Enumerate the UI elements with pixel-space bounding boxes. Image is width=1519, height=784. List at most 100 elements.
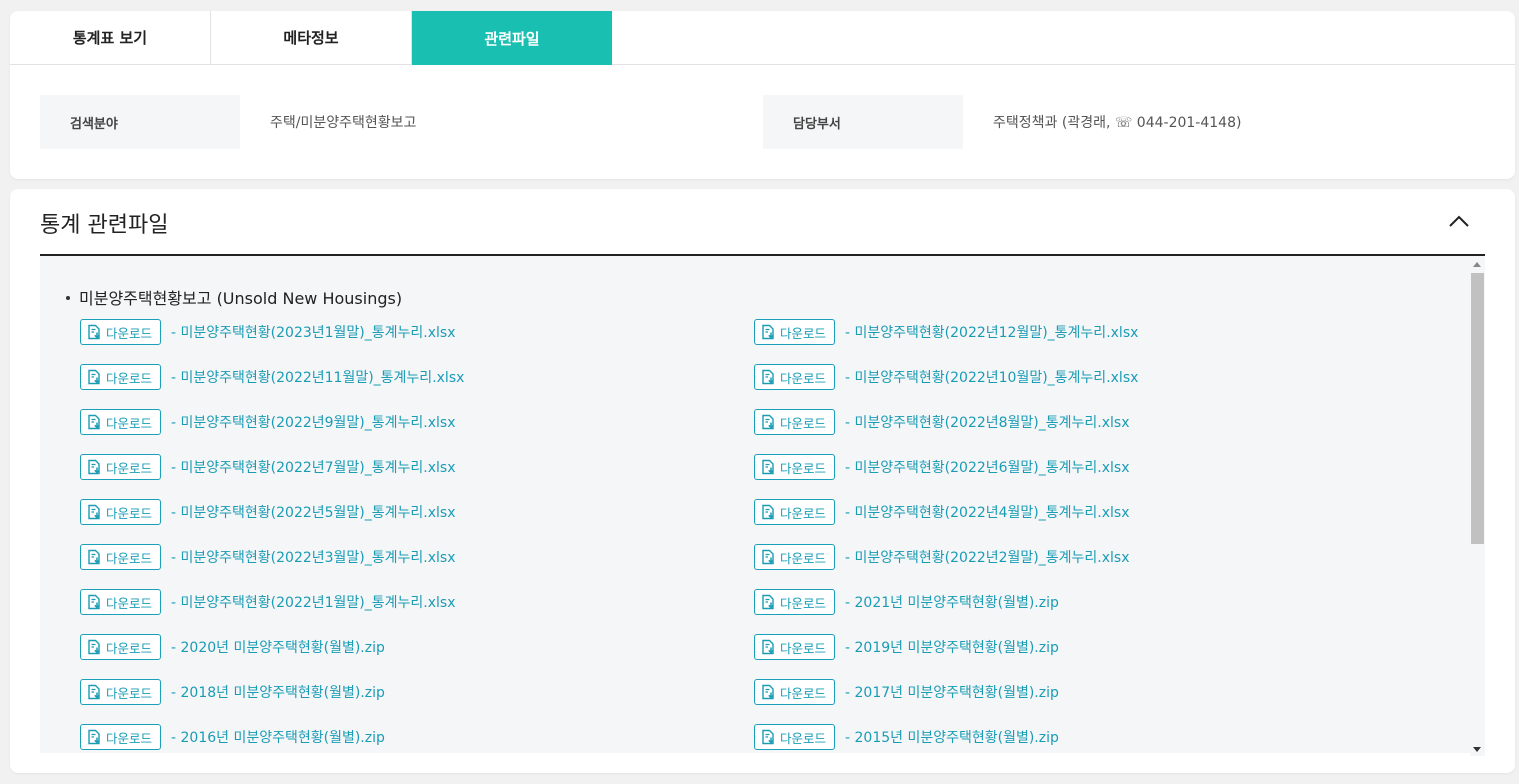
tab-stats-table[interactable]: 통계표 보기 (10, 11, 211, 64)
download-button[interactable]: 다운로드 (80, 499, 161, 525)
stats-info-card: 통계표 보기 메타정보 관련파일 검색분야 주택/미분양주택현황보고 담당부서 … (10, 11, 1515, 179)
file-row: 다운로드 - 미분양주택현황(2022년12월말)_통계누리.xlsx (754, 319, 1138, 345)
file-link[interactable]: - 미분양주택현황(2022년10월말)_통계누리.xlsx (845, 367, 1138, 387)
download-button[interactable]: 다운로드 (754, 544, 835, 570)
download-button[interactable]: 다운로드 (754, 679, 835, 705)
download-button[interactable]: 다운로드 (80, 589, 161, 615)
download-label: 다운로드 (106, 505, 153, 521)
file-link[interactable]: - 미분양주택현황(2022년2월말)_통계누리.xlsx (845, 547, 1130, 567)
download-button[interactable]: 다운로드 (754, 724, 835, 750)
download-label: 다운로드 (780, 325, 827, 341)
file-link[interactable]: - 미분양주택현황(2022년3월말)_통계누리.xlsx (171, 547, 456, 567)
download-label: 다운로드 (106, 685, 153, 701)
file-row: 다운로드 - 미분양주택현황(2022년5월말)_통계누리.xlsx (80, 499, 456, 525)
file-link[interactable]: - 2015년 미분양주택현황(월별).zip (845, 727, 1059, 747)
file-download-icon (86, 459, 106, 475)
file-download-icon (86, 729, 106, 745)
download-label: 다운로드 (106, 640, 153, 656)
download-label: 다운로드 (106, 415, 153, 431)
file-link[interactable]: - 미분양주택현황(2022년7월말)_통계누리.xlsx (171, 457, 456, 477)
download-label: 다운로드 (106, 550, 153, 566)
file-row: 다운로드 - 2017년 미분양주택현황(월별).zip (754, 679, 1059, 705)
file-row: 다운로드 - 미분양주택현황(2022년9월말)_통계누리.xlsx (80, 409, 456, 435)
file-link[interactable]: - 미분양주택현황(2022년11월말)_통계누리.xlsx (171, 367, 464, 387)
scrollbar[interactable] (1470, 259, 1485, 756)
file-link[interactable]: - 미분양주택현황(2022년1월말)_통계누리.xlsx (171, 592, 456, 612)
file-download-icon (760, 504, 780, 520)
download-label: 다운로드 (780, 370, 827, 386)
file-download-icon (86, 684, 106, 700)
file-download-icon (86, 414, 106, 430)
download-label: 다운로드 (106, 595, 153, 611)
search-field-label: 검색분야 (40, 95, 240, 149)
file-download-icon (760, 639, 780, 655)
file-row: 다운로드 - 2015년 미분양주택현황(월별).zip (754, 724, 1059, 750)
file-download-icon (760, 549, 780, 565)
file-download-icon (760, 324, 780, 340)
download-button[interactable]: 다운로드 (80, 634, 161, 660)
download-button[interactable]: 다운로드 (80, 364, 161, 390)
download-button[interactable]: 다운로드 (754, 364, 835, 390)
download-button[interactable]: 다운로드 (80, 544, 161, 570)
download-button[interactable]: 다운로드 (80, 409, 161, 435)
download-button[interactable]: 다운로드 (754, 499, 835, 525)
download-button[interactable]: 다운로드 (80, 319, 161, 345)
file-link[interactable]: - 미분양주택현황(2022년5월말)_통계누리.xlsx (171, 502, 456, 522)
file-download-icon (760, 594, 780, 610)
file-download-icon (86, 369, 106, 385)
file-group-title: 미분양주택현황보고 (Unsold New Housings) (66, 285, 402, 309)
chevron-up-icon[interactable] (1448, 213, 1470, 229)
file-link[interactable]: - 미분양주택현황(2022년8월말)_통계누리.xlsx (845, 412, 1130, 432)
file-download-icon (86, 594, 106, 610)
download-button[interactable]: 다운로드 (754, 454, 835, 480)
file-link[interactable]: - 미분양주택현황(2022년9월말)_통계누리.xlsx (171, 412, 456, 432)
file-download-icon (760, 459, 780, 475)
file-link[interactable]: - 미분양주택현황(2022년4월말)_통계누리.xlsx (845, 502, 1130, 522)
download-button[interactable]: 다운로드 (80, 454, 161, 480)
file-row: 다운로드 - 미분양주택현황(2022년2월말)_통계누리.xlsx (754, 544, 1130, 570)
file-download-icon (760, 414, 780, 430)
file-row: 다운로드 - 미분양주택현황(2022년7월말)_통계누리.xlsx (80, 454, 456, 480)
file-row: 다운로드 - 미분양주택현황(2023년1월말)_통계누리.xlsx (80, 319, 456, 345)
scrollbar-thumb[interactable] (1471, 273, 1484, 544)
file-row: 다운로드 - 2016년 미분양주택현황(월별).zip (80, 724, 385, 750)
download-button[interactable]: 다운로드 (80, 679, 161, 705)
related-files-card: 통계 관련파일 미분양주택현황보고 (Unsold New Housings) … (10, 189, 1515, 773)
file-download-icon (760, 369, 780, 385)
file-download-icon (86, 639, 106, 655)
file-row: 다운로드 - 2021년 미분양주택현황(월별).zip (754, 589, 1059, 615)
file-row: 다운로드 - 미분양주택현황(2022년11월말)_통계누리.xlsx (80, 364, 464, 390)
download-button[interactable]: 다운로드 (754, 409, 835, 435)
download-label: 다운로드 (780, 505, 827, 521)
file-group-label: 미분양주택현황보고 (Unsold New Housings) (79, 289, 403, 308)
file-link[interactable]: - 2019년 미분양주택현황(월별).zip (845, 637, 1059, 657)
file-row: 다운로드 - 미분양주택현황(2022년6월말)_통계누리.xlsx (754, 454, 1130, 480)
file-link[interactable]: - 미분양주택현황(2022년6월말)_통계누리.xlsx (845, 457, 1130, 477)
section-title: 통계 관련파일 (40, 213, 169, 238)
tab-related-files[interactable]: 관련파일 (412, 11, 612, 65)
download-label: 다운로드 (780, 595, 827, 611)
department-label: 담당부서 (763, 95, 963, 149)
scroll-up-icon[interactable] (1473, 262, 1481, 267)
file-link[interactable]: - 2018년 미분양주택현황(월별).zip (171, 682, 385, 702)
file-link[interactable]: - 2021년 미분양주택현황(월별).zip (845, 592, 1059, 612)
file-link[interactable]: - 2017년 미분양주택현황(월별).zip (845, 682, 1059, 702)
download-button[interactable]: 다운로드 (754, 634, 835, 660)
department-value: 주택정책과 (곽경래, ☏ 044-201-4148) (993, 115, 1242, 131)
file-row: 다운로드 - 미분양주택현황(2022년8월말)_통계누리.xlsx (754, 409, 1130, 435)
tab-bar: 통계표 보기 메타정보 관련파일 (10, 11, 1515, 65)
file-link[interactable]: - 미분양주택현황(2022년12월말)_통계누리.xlsx (845, 322, 1138, 342)
download-button[interactable]: 다운로드 (754, 319, 835, 345)
file-link[interactable]: - 미분양주택현황(2023년1월말)_통계누리.xlsx (171, 322, 456, 342)
file-link[interactable]: - 2020년 미분양주택현황(월별).zip (171, 637, 385, 657)
tab-meta-info[interactable]: 메타정보 (211, 11, 412, 64)
download-label: 다운로드 (780, 685, 827, 701)
file-download-icon (760, 729, 780, 745)
download-label: 다운로드 (780, 730, 827, 746)
file-download-icon (86, 324, 106, 340)
file-link[interactable]: - 2016년 미분양주택현황(월별).zip (171, 727, 385, 747)
file-row: 다운로드 - 2018년 미분양주택현황(월별).zip (80, 679, 385, 705)
download-button[interactable]: 다운로드 (80, 724, 161, 750)
download-button[interactable]: 다운로드 (754, 589, 835, 615)
scroll-down-icon[interactable] (1473, 747, 1481, 752)
